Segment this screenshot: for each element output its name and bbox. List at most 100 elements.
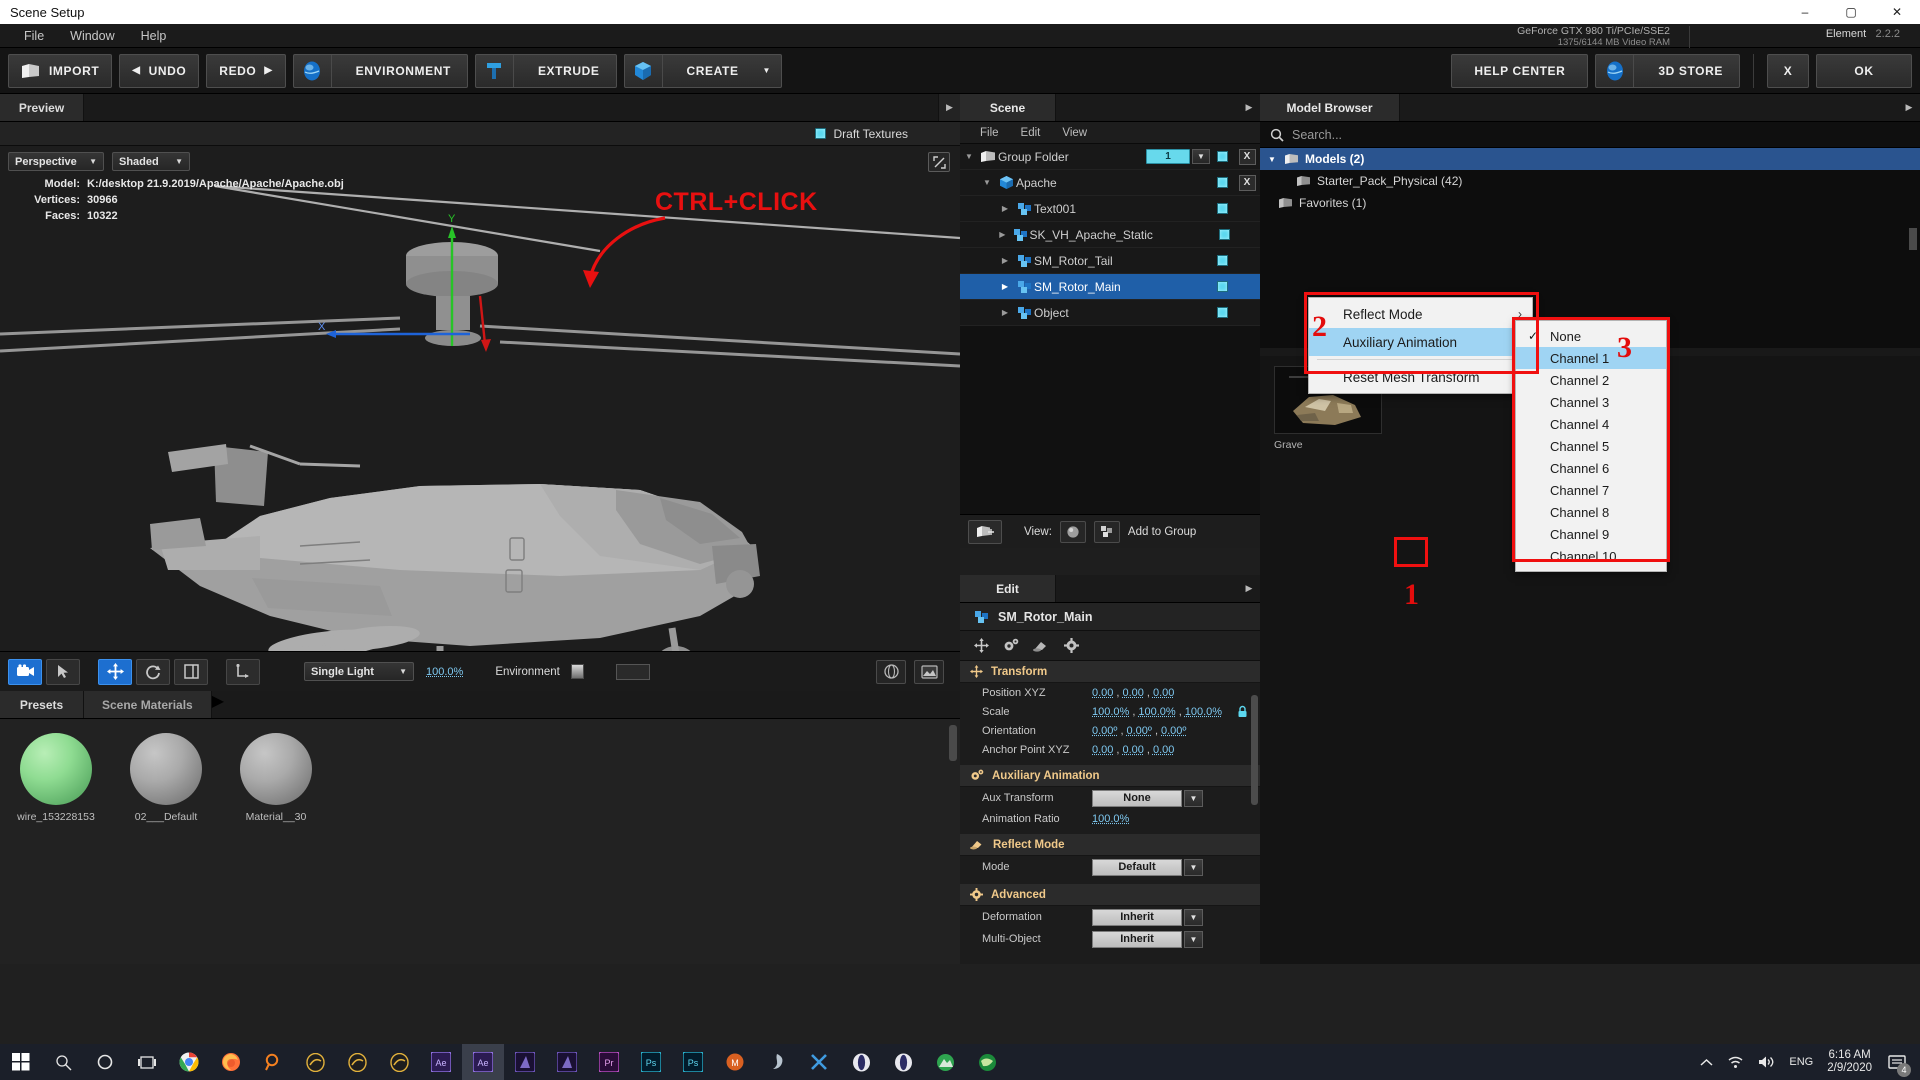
expand-arrow-icon[interactable]: ▶ [996, 204, 1014, 213]
visibility-toggle[interactable] [1210, 203, 1234, 214]
undo-button[interactable]: ◀ UNDO [119, 53, 200, 88]
edit-panel-scrollbar[interactable] [1251, 695, 1258, 805]
cinema4d-icon[interactable] [336, 1044, 378, 1080]
scene-panel-title[interactable]: Scene [960, 94, 1056, 121]
houdini-icon[interactable]: M [714, 1044, 756, 1080]
cortana-icon[interactable] [84, 1044, 126, 1080]
globe-icon[interactable] [966, 1044, 1008, 1080]
aux-transform-dropdown[interactable]: None [1092, 789, 1182, 807]
model-browser-expander-icon[interactable]: ▶ [1898, 94, 1920, 121]
channel-menu-item-channel-2[interactable]: Channel 2 [1516, 369, 1666, 391]
group-index-badge[interactable]: 1 [1146, 149, 1190, 164]
wifi-icon[interactable] [1727, 1055, 1744, 1069]
model-browser-row-favorites[interactable]: Favorites (1) [1260, 192, 1920, 214]
rotate-tool-button[interactable] [136, 658, 170, 685]
photoshop-icon[interactable]: Ps [630, 1044, 672, 1080]
view-mesh-button[interactable] [1093, 520, 1120, 543]
scene-panel-expander-icon[interactable]: ▶ [1238, 94, 1260, 121]
tab-presets[interactable]: Presets [0, 691, 84, 718]
section-auxiliary-animation-header[interactable]: Auxiliary Animation [960, 765, 1260, 787]
edit-panel-title[interactable]: Edit [960, 575, 1056, 602]
model-browser-row-models[interactable]: ▼ Models (2) [1260, 148, 1920, 170]
channel-menu-item-channel-4[interactable]: Channel 4 [1516, 413, 1666, 435]
store-button[interactable]: 3D STORE [1595, 53, 1740, 88]
menu-help[interactable]: Help [129, 26, 179, 46]
advanced-gear-icon[interactable] [1064, 638, 1079, 653]
visibility-toggle[interactable] [1210, 307, 1234, 318]
move-tool-button[interactable] [98, 658, 132, 685]
reflect-mode-dropdown[interactable]: Default [1092, 858, 1182, 876]
channel-menu-item-channel-10[interactable]: Channel 10 [1516, 545, 1666, 567]
minimize-icon[interactable]: – [1782, 0, 1828, 24]
light-preset-dropdown[interactable]: Single Light ▼ [304, 662, 414, 681]
orientation-z-value[interactable]: 0.00º [1161, 725, 1186, 737]
lock-icon[interactable] [1237, 705, 1248, 718]
premiere-dark-icon[interactable] [504, 1044, 546, 1080]
preview-panel-expander-icon[interactable]: ▶ [938, 94, 960, 121]
close-icon[interactable]: ✕ [1874, 0, 1920, 24]
environment-swatch[interactable] [570, 664, 584, 679]
scale-x-value[interactable]: 100.0% [1092, 706, 1129, 718]
visibility-toggle[interactable] [1210, 281, 1234, 292]
anchor-y-value[interactable]: 0.00 [1122, 744, 1143, 756]
language-indicator[interactable]: ENG [1789, 1056, 1813, 1068]
viewport[interactable]: Y X Perspective ▼ Shaded ▼ Model: K:/des… [0, 146, 960, 651]
opera-icon[interactable] [840, 1044, 882, 1080]
add-to-group-button[interactable]: Add to Group [1128, 526, 1196, 538]
scene-menu-file[interactable]: File [970, 125, 1009, 141]
channel-menu-item-channel-6[interactable]: Channel 6 [1516, 457, 1666, 479]
search-icon[interactable] [42, 1044, 84, 1080]
deformation-dropdown[interactable]: Inherit [1092, 908, 1182, 926]
position-y-value[interactable]: 0.00 [1122, 687, 1143, 699]
view-mode-dropdown[interactable]: Perspective ▼ [8, 152, 104, 171]
after-effects-icon[interactable]: Ae [420, 1044, 462, 1080]
animation-ratio-value[interactable]: 100.0% [1092, 813, 1129, 825]
search-input[interactable]: Search... [1292, 128, 1342, 142]
task-view-icon[interactable] [126, 1044, 168, 1080]
anchor-x-value[interactable]: 0.00 [1092, 744, 1113, 756]
section-advanced-header[interactable]: Advanced [960, 884, 1260, 906]
draft-textures-checkbox[interactable] [814, 128, 826, 139]
channel-menu-item-channel-3[interactable]: Channel 3 [1516, 391, 1666, 413]
expand-arrow-icon[interactable]: ▶ [996, 282, 1014, 291]
channel-menu-item-none[interactable]: ✓ None [1516, 325, 1666, 347]
firefox-icon[interactable] [210, 1044, 252, 1080]
orientation-x-value[interactable]: 0.00º [1092, 725, 1117, 737]
chevron-down-icon[interactable]: ▼ [1192, 149, 1210, 164]
clock[interactable]: 6:16 AM 2/9/2020 [1827, 1049, 1872, 1075]
visibility-toggle[interactable] [1213, 229, 1236, 240]
redo-button[interactable]: REDO ▶ [206, 53, 286, 88]
chevron-down-icon[interactable]: ▼ [763, 66, 782, 75]
scene-menu-view[interactable]: View [1052, 125, 1097, 141]
scene-tree-row-apache[interactable]: ▼ Apache X [960, 170, 1260, 196]
cancel-button[interactable]: X [1767, 53, 1809, 88]
menu-window[interactable]: Window [58, 26, 126, 46]
channel-menu-item-channel-9[interactable]: Channel 9 [1516, 523, 1666, 545]
volume-icon[interactable] [1758, 1055, 1775, 1069]
ok-button[interactable]: OK [1816, 53, 1912, 88]
material-item[interactable]: Material__30 [234, 733, 318, 823]
tray-expand-icon[interactable] [1700, 1058, 1713, 1067]
channel-menu-item-channel-8[interactable]: Channel 8 [1516, 501, 1666, 523]
chevron-down-icon[interactable]: ▼ [1184, 789, 1203, 807]
windows-start-icon[interactable] [0, 1044, 42, 1080]
position-z-value[interactable]: 0.00 [1153, 687, 1174, 699]
viewport-maximize-button[interactable] [928, 152, 950, 172]
multi-object-dropdown[interactable]: Inherit [1092, 930, 1182, 948]
search-orange-icon[interactable] [252, 1044, 294, 1080]
chevron-down-icon[interactable]: ▼ [1184, 858, 1203, 876]
light-intensity-value[interactable]: 100.0% [426, 666, 463, 678]
model-browser-search[interactable]: Search... [1260, 122, 1920, 148]
light-sphere-button[interactable] [876, 659, 906, 684]
peak-icon[interactable] [924, 1044, 966, 1080]
maximize-icon[interactable]: ▢ [1828, 0, 1874, 24]
notification-center-icon[interactable]: 4 [1886, 1051, 1911, 1077]
context-menu-item-auxiliary-animation[interactable]: Auxiliary Animation › [1309, 328, 1532, 356]
scale-y-value[interactable]: 100.0% [1138, 706, 1175, 718]
menu-file[interactable]: File [12, 26, 56, 46]
channel-menu-item-channel-5[interactable]: Channel 5 [1516, 435, 1666, 457]
model-browser-scrollbar[interactable] [1909, 228, 1917, 250]
photoshop-icon[interactable]: Ps [672, 1044, 714, 1080]
material-item[interactable]: wire_153228153 [14, 733, 98, 823]
remove-button[interactable]: X [1234, 148, 1260, 165]
